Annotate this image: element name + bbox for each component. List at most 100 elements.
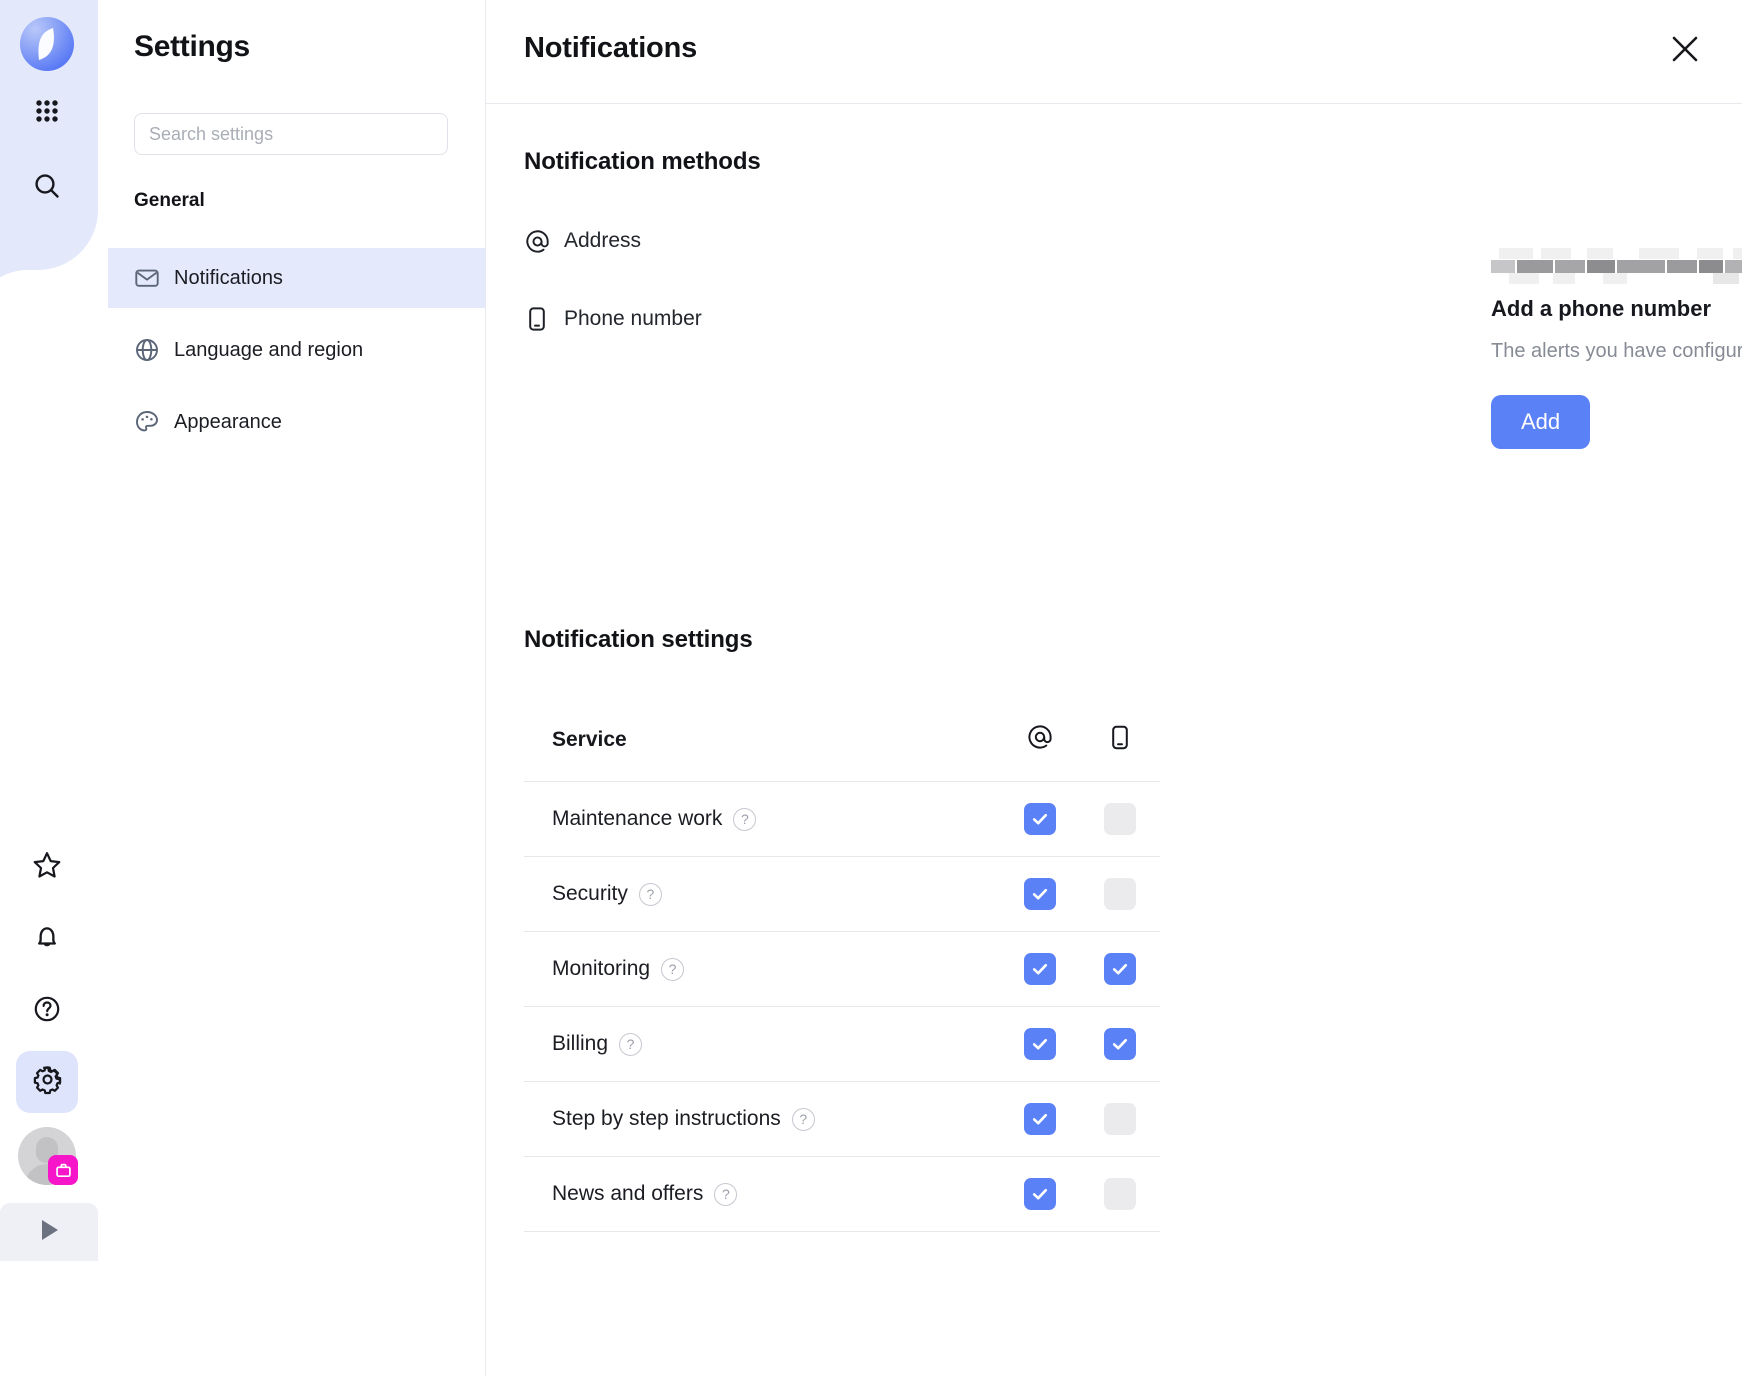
sidebar-item-notifications[interactable]: Notifications: [98, 248, 485, 308]
notifications-button[interactable]: [16, 908, 78, 970]
email-checkbox-cell: [1000, 1028, 1080, 1060]
address-value-redacted: [1491, 248, 1742, 284]
email-checkbox-cell: [1000, 953, 1080, 985]
column-header-service: Service: [524, 728, 1000, 752]
service-cell: Security?: [524, 882, 1000, 906]
sidebar-group-label: General: [134, 190, 205, 212]
settings-sidebar: Settings General Notifications: [98, 0, 486, 1376]
page-title: Settings: [134, 30, 250, 64]
service-cell: Billing?: [524, 1032, 1000, 1056]
service-cell: Maintenance work?: [524, 807, 1000, 831]
briefcase-icon[interactable]: [48, 1155, 78, 1185]
table-body: Maintenance work?Security?Monitoring?Bil…: [524, 782, 1160, 1232]
nav-spacer-2: [98, 380, 485, 392]
email-checkbox[interactable]: [1024, 953, 1056, 985]
service-label: Step by step instructions: [552, 1107, 781, 1131]
email-checkbox-cell: [1000, 1178, 1080, 1210]
envelope-icon: [134, 265, 160, 291]
app-logo-mark: [20, 17, 74, 71]
gear-icon: [32, 1064, 63, 1100]
table-row: News and offers?: [524, 1157, 1160, 1232]
sidebar-nav: Notifications Language and region: [98, 248, 485, 452]
email-checkbox[interactable]: [1024, 1028, 1056, 1060]
email-checkbox[interactable]: [1024, 878, 1056, 910]
notification-settings-table: Service: [524, 698, 1160, 1232]
phone-checkbox-cell: [1080, 803, 1160, 835]
search-icon: [32, 171, 62, 206]
favorites-button[interactable]: [16, 836, 78, 898]
table-row: Billing?: [524, 1007, 1160, 1082]
email-checkbox[interactable]: [1024, 1178, 1056, 1210]
table-row: Step by step instructions?: [524, 1082, 1160, 1157]
service-label: Security: [552, 882, 628, 906]
help-icon[interactable]: ?: [661, 958, 684, 981]
phone-checkbox[interactable]: [1104, 878, 1136, 910]
service-label: Billing: [552, 1032, 608, 1056]
add-phone-block: Add a phone number The alerts you have c…: [1491, 296, 1742, 449]
notification-methods-heading: Notification methods: [524, 148, 761, 176]
address-row: Address: [524, 228, 641, 254]
media-play-bar[interactable]: [0, 1203, 98, 1261]
phone-checkbox-cell: [1080, 878, 1160, 910]
column-header-phone: [1080, 724, 1160, 756]
email-checkbox[interactable]: [1024, 1103, 1056, 1135]
phone-number-label: Phone number: [564, 306, 702, 332]
palette-icon: [134, 409, 160, 435]
nav-spacer-1: [98, 308, 485, 320]
add-phone-button[interactable]: Add: [1491, 395, 1590, 449]
help-icon[interactable]: ?: [619, 1033, 642, 1056]
service-label: Maintenance work: [552, 807, 722, 831]
phone-checkbox-cell: [1080, 1028, 1160, 1060]
sidebar-item-label: Appearance: [174, 411, 282, 434]
email-checkbox[interactable]: [1024, 803, 1056, 835]
table-row: Monitoring?: [524, 932, 1160, 1007]
phone-checkbox[interactable]: [1104, 953, 1136, 985]
panel-header: Notifications: [486, 0, 1742, 104]
table-row: Maintenance work?: [524, 782, 1160, 857]
phone-checkbox[interactable]: [1104, 1178, 1136, 1210]
star-icon: [31, 849, 63, 886]
phone-checkbox-cell: [1080, 1178, 1160, 1210]
apps-grid-button[interactable]: [16, 82, 78, 144]
sidebar-item-appearance[interactable]: Appearance: [98, 392, 485, 452]
phone-checkbox[interactable]: [1104, 1103, 1136, 1135]
service-cell: Monitoring?: [524, 957, 1000, 981]
app-logo[interactable]: [20, 17, 74, 71]
phone-checkbox[interactable]: [1104, 1028, 1136, 1060]
globe-icon: [134, 337, 160, 363]
close-icon: [1668, 32, 1702, 71]
help-icon[interactable]: ?: [714, 1183, 737, 1206]
address-label: Address: [564, 228, 641, 254]
service-cell: Step by step instructions?: [524, 1107, 1000, 1131]
email-checkbox-cell: [1000, 1103, 1080, 1135]
search-input[interactable]: [134, 113, 448, 155]
app-icon-rail: [0, 0, 108, 1376]
add-phone-heading: Add a phone number: [1491, 296, 1742, 322]
add-phone-description: The alerts you have configured below wil…: [1491, 334, 1742, 369]
rail-search-button[interactable]: [16, 157, 78, 219]
help-button[interactable]: [16, 980, 78, 1042]
email-checkbox-cell: [1000, 878, 1080, 910]
sidebar-item-label: Notifications: [174, 267, 283, 290]
sidebar-item-label: Language and region: [174, 339, 363, 362]
table-row: Security?: [524, 857, 1160, 932]
mobile-phone-icon: [1109, 724, 1131, 756]
help-icon[interactable]: ?: [792, 1108, 815, 1131]
question-circle-icon: [32, 994, 62, 1029]
help-icon[interactable]: ?: [639, 883, 662, 906]
phone-number-row: Phone number: [524, 306, 702, 332]
close-button[interactable]: [1662, 28, 1708, 74]
notification-settings-heading: Notification settings: [524, 626, 753, 654]
help-icon[interactable]: ?: [733, 808, 756, 831]
sidebar-item-language-and-region[interactable]: Language and region: [98, 320, 485, 380]
mobile-phone-icon: [524, 306, 550, 332]
phone-checkbox[interactable]: [1104, 803, 1136, 835]
table-header-row: Service: [524, 698, 1160, 782]
service-cell: News and offers?: [524, 1182, 1000, 1206]
settings-button[interactable]: [16, 1051, 78, 1113]
service-label: Monitoring: [552, 957, 650, 981]
settings-window: Settings General Notifications: [0, 0, 1742, 1376]
phone-checkbox-cell: [1080, 953, 1160, 985]
search-settings-wrapper: [134, 113, 448, 155]
play-icon: [36, 1217, 62, 1248]
